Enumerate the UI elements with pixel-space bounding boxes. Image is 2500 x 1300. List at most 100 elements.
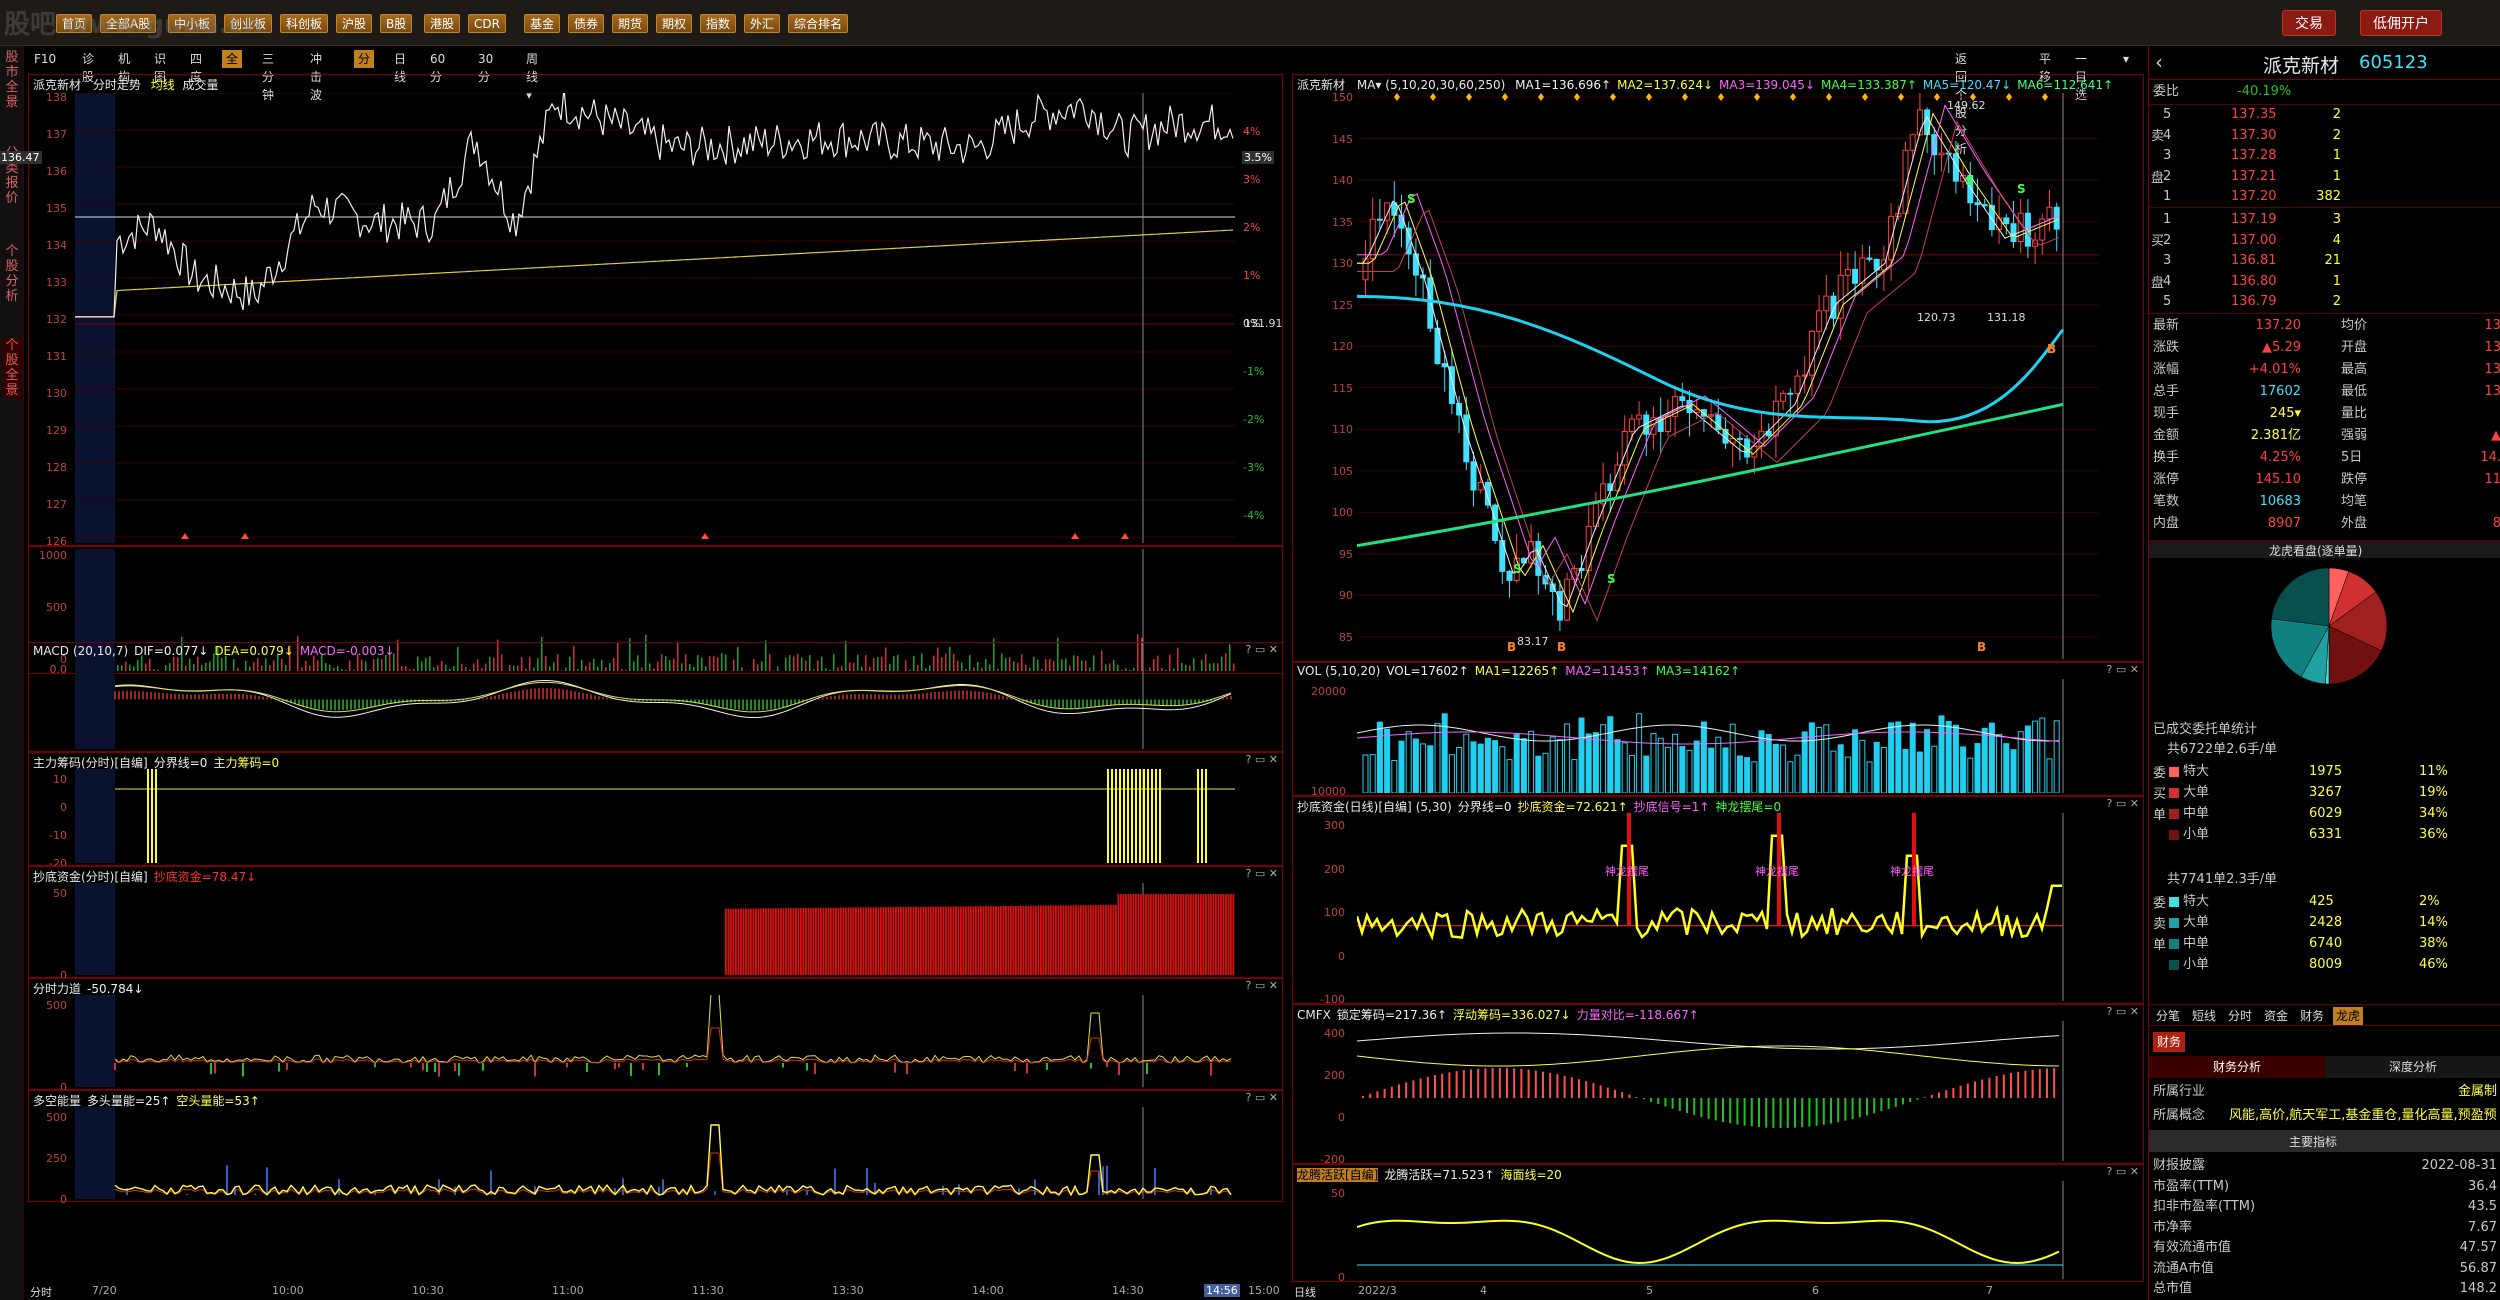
quote-tab-3[interactable]: 资金 bbox=[2261, 1007, 2291, 1025]
toolbar-button-12[interactable]: 期权 bbox=[656, 14, 693, 33]
stat-key2: 最高 bbox=[2341, 362, 2368, 377]
close-icon[interactable]: ? ▭ ✕ bbox=[2107, 797, 2139, 810]
subtool-right-1[interactable]: 平移 bbox=[2035, 50, 2055, 84]
subtool-left-3[interactable]: 识图 bbox=[150, 50, 170, 84]
subtool-left-2[interactable]: 机构 bbox=[114, 50, 134, 84]
toolbar-button-5[interactable]: 沪股 bbox=[336, 14, 373, 33]
finance-tab[interactable]: 财务 bbox=[2153, 1032, 2186, 1052]
deep-analysis-tab[interactable]: 深度分析 bbox=[2325, 1056, 2500, 1078]
quote-tab-0[interactable]: 分笔 bbox=[2153, 1007, 2183, 1025]
quote-tab-4[interactable]: 财务 bbox=[2297, 1007, 2327, 1025]
ivol-axis-1: 500 bbox=[46, 601, 67, 614]
sidebar-tab-stock-analysis[interactable]: 个股分析 bbox=[2, 244, 22, 304]
stat-row: 内盘 8907 外盘 8 bbox=[2149, 514, 2500, 534]
signal-mark: S bbox=[1965, 174, 1974, 188]
subtool-right-3[interactable]: ▾ bbox=[2119, 50, 2133, 68]
intraday-subpanel-title-3[interactable]: 分时力道 bbox=[33, 982, 81, 996]
subtool-mid-1[interactable]: 日线 bbox=[390, 50, 410, 84]
toolbar-button-6[interactable]: B股 bbox=[380, 14, 413, 33]
toolbar-button-7[interactable]: 港股 bbox=[424, 14, 461, 33]
quote-tab-1[interactable]: 短线 bbox=[2189, 1007, 2219, 1025]
daily-subpanel-value-0-2: MA2=11453↑ bbox=[1565, 664, 1650, 678]
book-row[interactable]: 3 137.28 1 bbox=[2149, 146, 2500, 166]
subtool-left-4[interactable]: 四度 bbox=[186, 50, 206, 84]
toolbar-button-4[interactable]: 科创板 bbox=[280, 14, 329, 33]
subtool-left-6[interactable]: 三分钟 bbox=[258, 50, 278, 102]
close-icon[interactable]: ? ▭ ✕ bbox=[2107, 1005, 2139, 1018]
subtool-right-2[interactable]: 一目选 bbox=[2071, 50, 2091, 102]
close-icon[interactable]: ? ▭ ✕ bbox=[1246, 867, 1278, 880]
pie-title-bar: 龙虎看盘(逐单量) bbox=[2149, 540, 2500, 558]
back-icon[interactable]: ‹ bbox=[2155, 50, 2163, 74]
sidebar-tab-stock-panorama[interactable]: 个股全景 bbox=[2, 338, 22, 398]
book-row[interactable]: 5 136.79 2 bbox=[2149, 292, 2500, 312]
intraday-subpanel-title-4[interactable]: 多空能量 bbox=[33, 1094, 81, 1108]
book-row[interactable]: 1 137.20 382 bbox=[2149, 187, 2500, 207]
book-row[interactable]: 5 137.35 2 bbox=[2149, 105, 2500, 125]
daily-x-start[interactable]: 日线 bbox=[1294, 1284, 1316, 1300]
subtool-left-1[interactable]: 诊股 bbox=[78, 50, 98, 84]
order-size-count: 6029 bbox=[2309, 806, 2343, 821]
toolbar-button-14[interactable]: 外汇 bbox=[744, 14, 781, 33]
intraday-x-7: 14:30 bbox=[1112, 1284, 1144, 1297]
daily-subpanel-0: VOL (5,10,20) VOL=17602↑ MA1=12265↑ MA2=1145… bbox=[1292, 662, 2144, 798]
intraday-x-start[interactable]: 分时 bbox=[30, 1284, 52, 1300]
subtool-mid-2[interactable]: 60分 bbox=[426, 50, 449, 84]
book-row[interactable]: 2 137.21 1 bbox=[2149, 167, 2500, 187]
book-row[interactable]: 1 137.19 3 bbox=[2149, 210, 2500, 230]
subtool-left-5[interactable]: 全景 bbox=[222, 50, 243, 84]
subtool-left-0[interactable]: F10 bbox=[30, 50, 60, 68]
ma-value-5: MA6=112.641↑ bbox=[2017, 78, 2114, 92]
quote-tab-5[interactable]: 龙虎 bbox=[2333, 1007, 2364, 1025]
close-icon[interactable]: ? ▭ ✕ bbox=[1246, 643, 1278, 656]
close-icon[interactable]: ? ▭ ✕ bbox=[1246, 753, 1278, 766]
finance-value: 7.67 bbox=[2468, 1219, 2497, 1235]
daily-subpanel-title-2[interactable]: CMFX bbox=[1297, 1008, 1331, 1022]
close-icon[interactable]: ? ▭ ✕ bbox=[2107, 1165, 2139, 1178]
sidebar-tab-market-overview[interactable]: 股市全景 bbox=[2, 50, 22, 110]
daily-subpanel-title-0[interactable]: VOL bbox=[1297, 664, 1321, 678]
subtool-right-0[interactable]: 返回个股分析 bbox=[1951, 50, 1971, 156]
subtool-mid-0[interactable]: 分时 bbox=[354, 50, 375, 84]
ma-selector[interactable]: MA▾ bbox=[1357, 78, 1382, 92]
book-row[interactable]: 3 136.81 21 bbox=[2149, 251, 2500, 271]
book-row[interactable]: 4 137.30 2 bbox=[2149, 126, 2500, 146]
quote-tab-2[interactable]: 分时 bbox=[2225, 1007, 2255, 1025]
trade-button[interactable]: 交易 bbox=[2282, 10, 2336, 36]
intraday-subpanel-title-0[interactable]: MACD bbox=[33, 644, 69, 658]
book-row[interactable]: 4 136.80 1 bbox=[2149, 272, 2500, 292]
toolbar-button-15[interactable]: 综合排名 bbox=[788, 14, 849, 33]
finance-analysis-tab[interactable]: 财务分析 bbox=[2149, 1056, 2325, 1078]
toolbar-button-8[interactable]: CDR bbox=[468, 14, 506, 33]
toolbar-button-10[interactable]: 债券 bbox=[568, 14, 605, 33]
close-icon[interactable]: ? ▭ ✕ bbox=[1246, 979, 1278, 992]
open-account-button[interactable]: 低佣开户 bbox=[2360, 10, 2442, 36]
book-row[interactable]: 2 137.00 4 bbox=[2149, 231, 2500, 251]
order-size-pct: 2% bbox=[2419, 894, 2440, 909]
subtool-left-7[interactable]: 冲击波 bbox=[306, 50, 326, 102]
subtool-mid-3[interactable]: 30分 bbox=[474, 50, 497, 84]
intraday-price-chart bbox=[75, 93, 1235, 543]
intraday-y-left-8: 130 bbox=[46, 387, 67, 400]
toolbar-button-9[interactable]: 基金 bbox=[524, 14, 561, 33]
intraday-subpanel-axis-4-2: 0 bbox=[60, 1193, 67, 1206]
dragon-tail-tag: 神龙摆尾 bbox=[1890, 864, 1934, 878]
intraday-y-right-3: 1% bbox=[1243, 269, 1261, 282]
stat-value: 245▾ bbox=[2269, 406, 2301, 421]
intraday-subpanel-title-2[interactable]: 抄底资金(分时)[自编] bbox=[33, 870, 148, 884]
daily-subpanel-title-1[interactable]: 抄底资金(日线)[自编] bbox=[1297, 800, 1412, 814]
toolbar-button-11[interactable]: 期货 bbox=[612, 14, 649, 33]
subtool-mid-4[interactable]: 周线▾ bbox=[522, 50, 542, 102]
intraday-subpanel-chart-4 bbox=[75, 1107, 1232, 1199]
daily-subpanel-title-3[interactable]: 龙腾活跃[自编] bbox=[1297, 1168, 1379, 1182]
intraday-y-left-9: 129 bbox=[46, 424, 67, 437]
book-price: 137.20 bbox=[2231, 189, 2277, 204]
close-icon[interactable]: ? ▭ ✕ bbox=[1246, 1091, 1278, 1104]
intraday-subpanel-title-1[interactable]: 主力筹码(分时)[自编] bbox=[33, 756, 148, 770]
finance-key: 扣非市盈率(TTM) bbox=[2153, 1199, 2256, 1214]
book-level: 4 bbox=[2163, 127, 2172, 143]
order-size-name: 大单 bbox=[2183, 915, 2210, 930]
toolbar-button-13[interactable]: 指数 bbox=[700, 14, 737, 33]
close-icon[interactable]: ? ▭ ✕ bbox=[2107, 663, 2139, 676]
left-sidebar: 股市全景 分类报价 个股分析 个股全景 bbox=[0, 46, 24, 1300]
